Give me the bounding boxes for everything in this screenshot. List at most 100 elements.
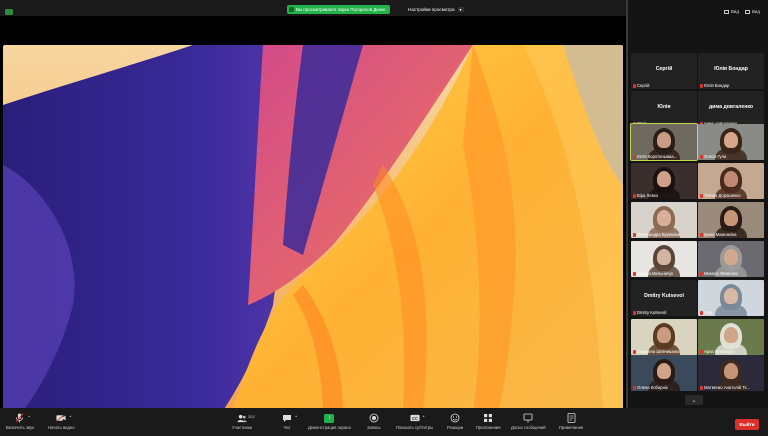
notes-icon (566, 413, 576, 423)
participant-video-face (724, 363, 738, 379)
participant-tile[interactable]: Тетяна Дорошенко (698, 163, 764, 199)
participant-name: Сергій (637, 83, 650, 88)
unmute-button[interactable]: ▴ Включить звук (6, 413, 34, 430)
participant-name: Олександра Бурякова (637, 232, 680, 237)
participant-video-face (657, 171, 671, 187)
participant-tile[interactable]: Микола Яковенко (698, 241, 764, 277)
view-options-button[interactable]: Настройки просмотра ▾ (408, 5, 464, 14)
participant-video-face (724, 249, 738, 265)
share-indicator-icon (289, 7, 294, 12)
view-toggle-button[interactable]: Вид (724, 9, 739, 14)
shared-screen-area (0, 16, 626, 411)
participant-tile[interactable]: Сергій Сергій (631, 53, 697, 89)
participant-tile[interactable]: Олександра Бурякова (631, 202, 697, 238)
view-options-label: Настройки просмотра (408, 7, 455, 12)
shared-video-frame (3, 45, 623, 411)
participant-video-face (724, 288, 738, 304)
participant-tile[interactable]: Dmitry Kutsevol Dmitry Kutsevol (631, 280, 697, 316)
chat-bubble-icon: ▴ (282, 413, 297, 423)
participant-video-face (657, 210, 671, 226)
apps-button[interactable]: Приложения (476, 413, 501, 430)
notes-label: Примечания (559, 425, 584, 430)
participants-label: Участники (232, 425, 253, 430)
participant-name-label: Ірина Мамонкіна (700, 232, 762, 237)
leave-meeting-button[interactable]: Выйти (735, 419, 759, 430)
participant-tile[interactable]: Ірина Мамонкіна (698, 202, 764, 238)
participant-tile[interactable]: дима довгаленкодима довгаленко (698, 91, 764, 127)
participant-name: Олена Кобирнік (637, 385, 668, 390)
record-label: Запись (367, 425, 381, 430)
participant-display-name: Юлія (657, 104, 671, 110)
mic-muted-icon (700, 154, 703, 159)
captions-label: Показать субтитры (396, 425, 434, 430)
captions-button[interactable]: CC ▴ Показать субтитры (396, 413, 433, 430)
security-badge-icon[interactable] (5, 9, 13, 15)
top-banner: Вы просматриваете экран Погорелов Денис … (0, 0, 626, 16)
mic-muted-icon (700, 385, 703, 390)
reactions-button[interactable]: Реакции (447, 413, 463, 430)
whiteboard-button[interactable]: Доска сообщений (511, 413, 546, 430)
mic-muted-icon (700, 310, 703, 315)
chat-button[interactable]: ▴ Чат (282, 413, 297, 430)
participant-tile[interactable]: Віра Левко (631, 163, 697, 199)
meeting-toolbar: ▴ Включить звук ▴ Начать видео 202 Участ… (0, 408, 768, 436)
layout-toggle-button[interactable]: Вид (745, 9, 760, 14)
participant-tile[interactable]: Олеся Гула (698, 124, 764, 160)
participant-name: Alya (704, 310, 713, 315)
participant-name-label: Тетяна Дорошенко (700, 193, 762, 198)
participant-name: Віра Левко (637, 193, 659, 198)
svg-text:CC: CC (412, 416, 418, 421)
mic-muted-icon (633, 232, 636, 237)
participant-name: Арна Оговладні (704, 349, 735, 354)
mic-muted-icon (700, 349, 703, 354)
participant-name-label: Alya (700, 310, 762, 315)
participant-name: Тетяна Дорошенко (704, 193, 741, 198)
participant-display-name: Сергій (655, 66, 673, 72)
record-button[interactable]: Запись (367, 413, 381, 430)
whiteboard-label: Доска сообщений (511, 425, 546, 430)
participant-name-label: Віра Левко (633, 193, 695, 198)
participant-video-face (724, 210, 738, 226)
apps-label: Приложения (476, 425, 501, 430)
mic-muted-icon: ▴ (15, 413, 30, 423)
mic-muted-icon (633, 271, 636, 276)
chevron-down-icon: ▾ (457, 7, 464, 12)
gallery-scroll-down-button[interactable]: ⌄ (685, 395, 703, 405)
participant-name: Dmitry Kutsevol (637, 310, 667, 315)
participant-display-name: дима довгаленко (708, 104, 754, 110)
participant-name: Ірина Мамонкіна (704, 232, 737, 237)
participant-video-face (724, 327, 738, 343)
chat-label: Чат (283, 425, 291, 430)
participant-tile[interactable]: ЮліяЮлія (631, 91, 697, 127)
participant-tile[interactable]: Юлія Коротоныжка... (630, 123, 698, 161)
participant-video-face (657, 327, 671, 343)
start-video-button[interactable]: ▴ Начать видео (48, 413, 75, 430)
participant-name-label: Олеся Гула (700, 154, 762, 159)
captions-icon: CC ▴ (410, 414, 425, 422)
share-screen-icon: ↑ (324, 413, 335, 423)
participant-name: Юлія Коротоныжка... (637, 154, 678, 159)
participant-name-label: Олександра Бурякова (633, 232, 695, 237)
participant-tile[interactable]: Alya (698, 280, 764, 316)
participant-name: Людмила Шевчишина (637, 349, 680, 354)
participant-tile[interactable]: Матвенко Анатолій Тк... (698, 355, 764, 391)
share-screen-button[interactable]: ↑ Демонстрация экрана (308, 413, 351, 430)
record-icon (369, 413, 379, 423)
participant-name-label: Людмила Шевчишина (633, 349, 695, 354)
notes-button[interactable]: Примечания (559, 413, 583, 430)
participant-tile[interactable]: Арна Оговладні (698, 319, 764, 355)
participant-tile[interactable]: Олена Кобирнік (631, 355, 697, 391)
participant-name: Матвенко Анатолій Тк... (704, 385, 750, 390)
participant-tile[interactable]: Людмила Шевчишина (631, 319, 697, 355)
participant-name-label: Микола Яковенко (700, 271, 762, 276)
participant-tile[interactable]: лариса Мельничук (631, 241, 697, 277)
participants-gallery: Вид Вид Сергій Сергій Юлія Бондар Юлія Бонд… (628, 0, 768, 408)
participant-tile[interactable]: Юлія Бондар Юлія Бондар (698, 53, 764, 89)
share-screen-label: Демонстрация экрана (308, 425, 351, 430)
participants-count: 202 (248, 414, 255, 419)
participant-video-face (657, 363, 671, 379)
participant-name-label: Dmitry Kutsevol (633, 310, 695, 315)
participant-display-name: Юлія Бондар (714, 66, 748, 72)
participants-button[interactable]: 202 Участники (232, 413, 255, 430)
view-icon (724, 9, 729, 14)
